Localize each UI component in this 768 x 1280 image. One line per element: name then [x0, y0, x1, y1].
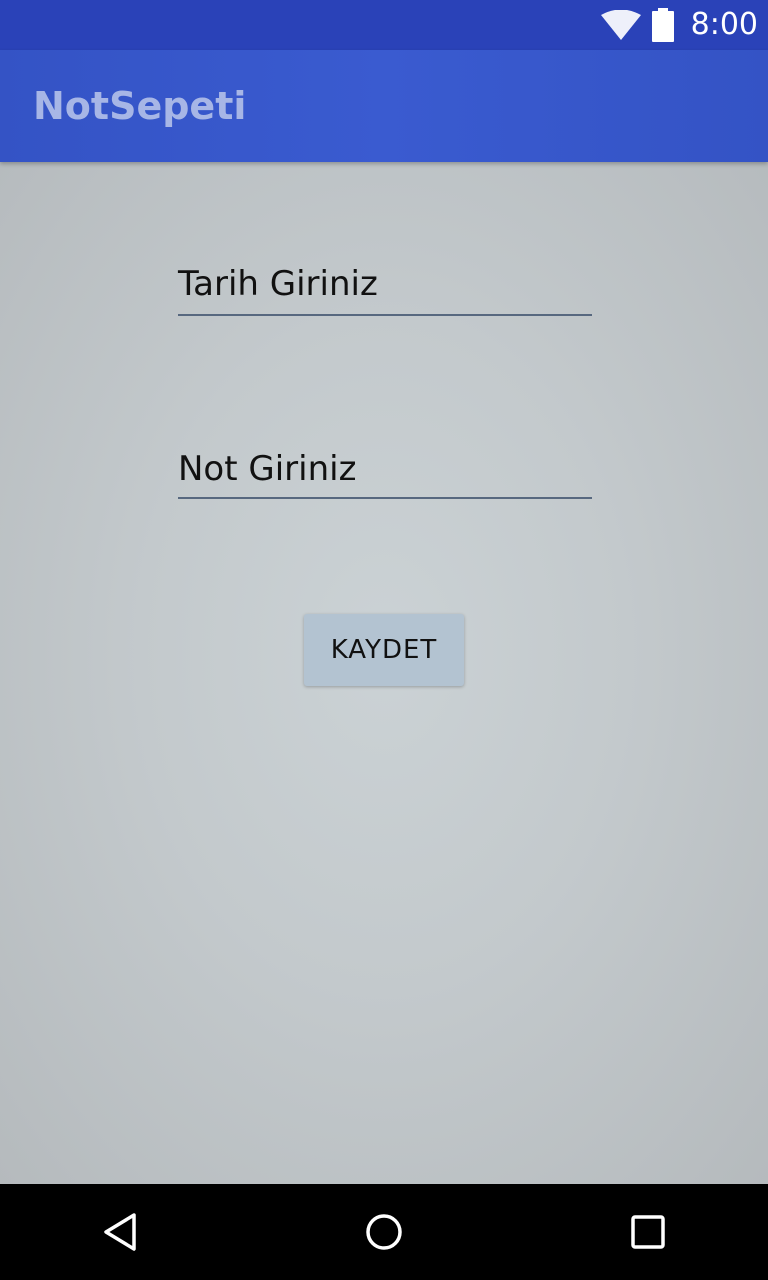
home-icon — [366, 1214, 402, 1250]
back-icon — [104, 1213, 136, 1251]
note-field-text: Not Giriniz — [178, 449, 357, 489]
save-button[interactable]: KAYDET — [304, 614, 464, 686]
recents-icon — [631, 1215, 665, 1249]
home-button[interactable] — [336, 1184, 432, 1280]
battery-icon — [651, 8, 674, 42]
date-field-text: Tarih Giriniz — [178, 264, 378, 304]
status-icons: 8:00 — [600, 0, 758, 50]
back-button[interactable] — [72, 1184, 168, 1280]
recents-button[interactable] — [600, 1184, 696, 1280]
note-field[interactable]: Not Giriniz — [178, 448, 592, 499]
save-button-label: KAYDET — [330, 635, 438, 665]
status-time: 8:00 — [690, 7, 758, 42]
app-bar: NotSepeti — [0, 50, 768, 162]
main-content: Tarih Giriniz Not Giriniz KAYDET — [0, 162, 768, 1184]
navigation-bar — [0, 1184, 768, 1280]
wifi-icon — [600, 10, 641, 40]
date-field[interactable]: Tarih Giriniz — [178, 262, 592, 316]
status-bar: 8:00 — [0, 0, 768, 50]
app-title: NotSepeti — [33, 84, 247, 128]
